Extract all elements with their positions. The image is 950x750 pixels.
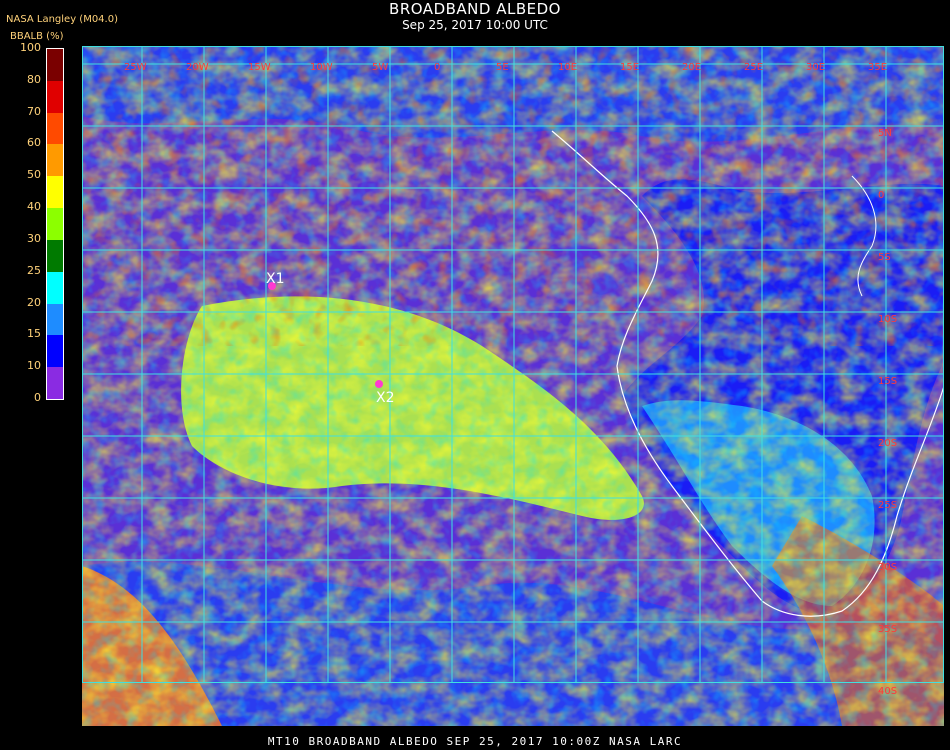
longitude-label: 20W [186, 62, 209, 73]
latitude-label: 35S [878, 624, 897, 635]
page-subtitle: Sep 25, 2017 10:00 UTC [402, 18, 548, 32]
latitude-label: 40S [878, 686, 897, 697]
footer-caption: MT10 BROADBAND ALBEDO SEP 25, 2017 10:00… [267, 735, 683, 748]
colorbar-tick-label: 15 [27, 327, 41, 341]
colorbar-tick-label: 70 [27, 104, 41, 118]
latitude-label: 15S [878, 376, 897, 387]
colorbar-swatch [47, 303, 63, 336]
source-label: NASA Langley (M04.0) [6, 14, 118, 25]
colorbar-tick-label: 30 [27, 231, 41, 245]
colorbar-tick-label: 0 [34, 391, 41, 404]
longitude-label: 10E [558, 62, 577, 73]
longitude-label: 20E [682, 62, 701, 73]
colorbar-tick-label: 10 [27, 359, 41, 373]
longitude-label: 10W [310, 62, 333, 73]
marker-x1-label: X1 [266, 271, 285, 287]
colorbar-swatch [47, 176, 63, 209]
marker-x2-dot [375, 380, 383, 388]
colorbar-swatch [47, 271, 63, 305]
colorbar-swatch [47, 112, 63, 145]
colorbar-swatch [47, 49, 63, 82]
latitude-label: 10S [878, 314, 897, 325]
longitude-label: 25E [744, 62, 763, 73]
marker-x2-label: X2 [376, 390, 395, 406]
longitude-label: 30E [806, 62, 825, 73]
longitude-label: 5E [496, 62, 509, 73]
longitude-label: 35E [868, 62, 887, 73]
page-title: BROADBAND ALBEDO [389, 0, 561, 18]
colorbar-swatch [47, 144, 63, 177]
longitude-label: 15E [620, 62, 639, 73]
colorbar-swatch [47, 239, 63, 273]
colorbar-tick-label: 20 [27, 295, 41, 309]
colorbar-tick-label: 60 [27, 136, 41, 150]
longitude-label: 0 [434, 62, 440, 73]
latitude-label: 5S [878, 252, 891, 263]
colorbar-swatch [47, 208, 63, 241]
latitude-label: 5N [878, 128, 892, 139]
colorbar-tick-label: 100 [20, 41, 41, 54]
colorbar-tick-label: 80 [27, 72, 41, 86]
colorbar-swatch [47, 335, 63, 368]
colorbar-tick-label: 40 [27, 200, 41, 214]
longitude-label: 15W [248, 62, 271, 73]
colorbar-tick-label: 50 [27, 168, 41, 182]
latitude-label: 20S [878, 438, 897, 449]
longitude-label: 5W [372, 62, 388, 73]
convective-texture [82, 46, 944, 346]
colorbar-swatch [47, 80, 63, 114]
longitude-label: 25W [124, 62, 147, 73]
albedo-map[interactable]: 25W 20W 15W 10W 5W 0 5E 10E 15E 20E 25E 30E 35E 5N 0 5… [82, 46, 944, 726]
colorbar-swatch [47, 367, 63, 400]
latitude-label: 25S [878, 500, 897, 511]
colorbar [46, 48, 64, 400]
latitude-label: 30S [878, 562, 897, 573]
latitude-label: 0 [878, 190, 884, 201]
colorbar-tick-label: 25 [27, 263, 41, 277]
